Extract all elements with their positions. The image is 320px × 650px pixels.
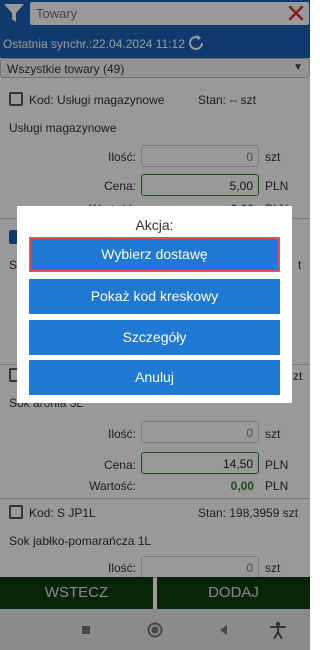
select-delivery-button[interactable]: Wybierz dostawę	[29, 237, 280, 272]
action-dialog: Akcja: Wybierz dostawę Pokaż kod kreskow…	[17, 206, 292, 403]
details-button[interactable]: Szczegóły	[29, 320, 280, 355]
dialog-title: Akcja:	[135, 217, 174, 233]
show-barcode-button[interactable]: Pokaż kod kreskowy	[29, 279, 280, 314]
cancel-button[interactable]: Anuluj	[29, 360, 280, 395]
